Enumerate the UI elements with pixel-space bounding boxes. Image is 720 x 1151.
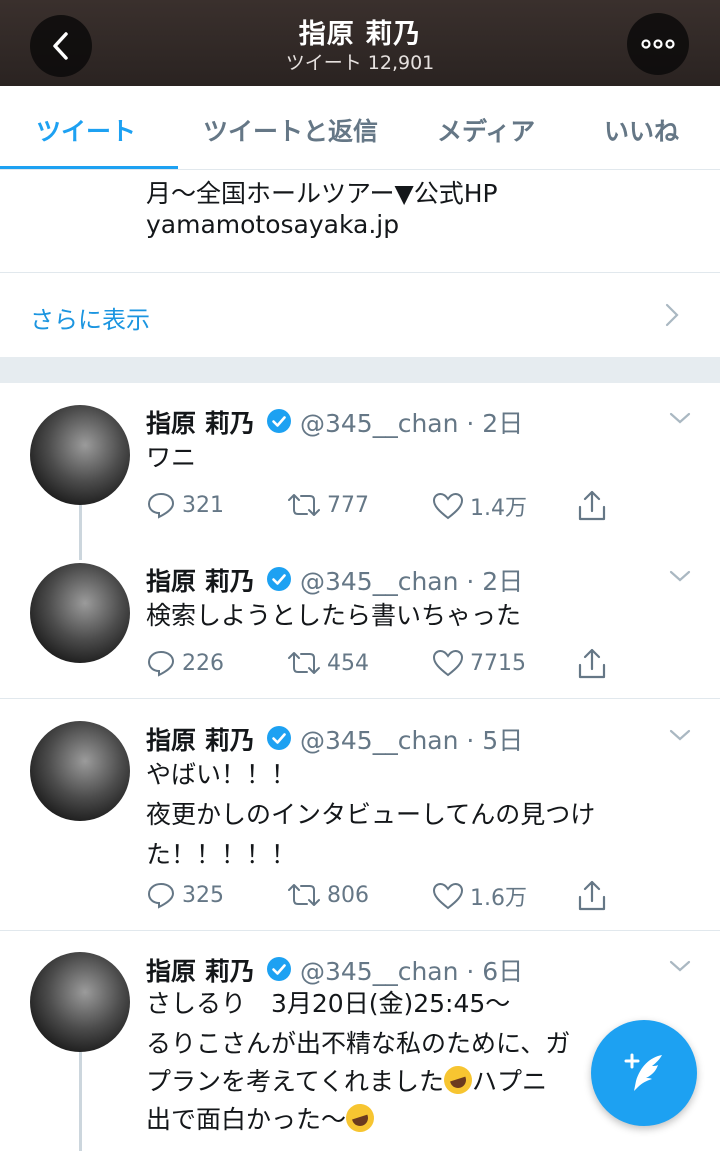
heart-icon: [432, 882, 464, 910]
retweet-icon: [288, 652, 320, 674]
bio-link[interactable]: yamamotosayaka.jp: [146, 210, 399, 239]
show-more-link[interactable]: さらに表示: [30, 300, 150, 335]
tab-tweets-replies[interactable]: ツイートと返信: [203, 112, 378, 148]
reply-button[interactable]: 226: [146, 648, 224, 678]
reply-count: 325: [182, 882, 224, 908]
tweet-text-line: やばい！！！: [146, 760, 297, 789]
verified-badge-icon: [267, 726, 291, 750]
avatar[interactable]: [30, 721, 130, 821]
compose-tweet-button[interactable]: [591, 1020, 697, 1126]
tweet-author-name[interactable]: 指原 莉乃: [146, 404, 255, 440]
retweet-count: 454: [327, 650, 369, 676]
reply-icon: [147, 882, 175, 909]
like-count: 7715: [470, 650, 526, 676]
tweet-handle-time: @345__chan · 2日: [300, 567, 524, 596]
tweet-text-line: るりこさんが出不精な私のために、ガ: [146, 1029, 571, 1058]
divider: [0, 930, 720, 931]
heart-icon: [432, 649, 464, 677]
thread-line: [79, 1052, 82, 1151]
tweet-count: ツイート 12,901: [285, 52, 435, 74]
retweet-icon: [288, 494, 320, 516]
reply-button[interactable]: 321: [146, 490, 224, 520]
chevron-down-icon[interactable]: [668, 727, 692, 743]
tab-likes[interactable]: いいね: [604, 112, 679, 148]
tweet-text: 検索しようとしたら書いちゃった: [146, 601, 522, 630]
retweet-count: 806: [327, 882, 369, 908]
heart-icon: [432, 492, 464, 520]
like-button[interactable]: 1.6万: [432, 880, 527, 912]
more-button[interactable]: [627, 13, 689, 75]
like-button[interactable]: 7715: [432, 648, 526, 678]
tweet-text-line: さしるり 3月20日(金)25:45〜: [146, 989, 511, 1018]
share-icon[interactable]: [576, 489, 608, 523]
laughing-emoji-icon: [342, 1100, 378, 1136]
share-icon[interactable]: [576, 647, 608, 681]
compose-feather-icon: [624, 1053, 662, 1091]
tweet-text-line: 出で面白かった〜: [146, 1100, 378, 1140]
chevron-down-icon[interactable]: [668, 958, 692, 974]
thread-line: [79, 505, 82, 560]
bio-line: 月〜全国ホールツアー▼公式HP: [146, 179, 498, 208]
verified-badge-icon: [267, 567, 291, 591]
reply-button[interactable]: 325: [146, 880, 224, 910]
tweet-handle-time: @345__chan · 5日: [300, 726, 524, 755]
avatar[interactable]: [30, 952, 130, 1052]
tweet-text-line: プランを考えてくれました ハプニ: [146, 1062, 547, 1102]
tweet-text-line: た！！！！！: [146, 840, 297, 869]
verified-badge-icon: [267, 957, 291, 981]
like-count: 1.4万: [470, 496, 527, 521]
reply-count: 226: [182, 650, 224, 676]
tab-tweets[interactable]: ツイート: [36, 112, 136, 148]
retweet-button[interactable]: 806: [287, 880, 369, 910]
chevron-down-icon[interactable]: [668, 568, 692, 584]
share-icon[interactable]: [576, 879, 608, 913]
profile-name: 指原 莉乃: [298, 19, 422, 50]
tweet-text-line: 夜更かしのインタビューしてんの見つけ: [146, 800, 596, 829]
tweet-text-segment: ハプニ: [472, 1067, 548, 1096]
reply-icon: [147, 650, 175, 677]
profile-tabs: ツイート ツイートと返信 メディア いいね: [0, 86, 720, 170]
reply-count: 321: [182, 492, 224, 518]
avatar[interactable]: [30, 405, 130, 505]
section-separator: [0, 357, 720, 383]
tweet-text: ワニ: [146, 443, 197, 472]
retweet-button[interactable]: 454: [287, 648, 369, 678]
tweet-author-name[interactable]: 指原 莉乃: [146, 721, 255, 757]
retweet-icon: [288, 884, 320, 906]
like-count: 1.6万: [470, 886, 527, 911]
verified-badge-icon: [267, 409, 291, 433]
tweet-handle-time: @345__chan · 6日: [300, 957, 524, 986]
tweet-handle-time: @345__chan · 2日: [300, 409, 524, 438]
laughing-emoji-icon: [440, 1062, 476, 1098]
retweet-button[interactable]: 777: [287, 490, 369, 520]
more-dots-icon: [641, 39, 675, 49]
avatar[interactable]: [30, 563, 130, 663]
tweet-author-name[interactable]: 指原 莉乃: [146, 952, 255, 988]
like-button[interactable]: 1.4万: [432, 490, 527, 522]
tabs-divider: [0, 169, 720, 170]
divider: [0, 698, 720, 699]
chevron-down-icon[interactable]: [668, 410, 692, 426]
retweet-count: 777: [327, 492, 369, 518]
tweet-author-name[interactable]: 指原 莉乃: [146, 562, 255, 598]
profile-header: 指原 莉乃 ツイート 12,901: [0, 0, 720, 86]
tab-media[interactable]: メディア: [437, 112, 535, 148]
divider: [0, 272, 720, 273]
reply-icon: [147, 492, 175, 519]
tweet-text-segment: 出で面白かった〜: [146, 1105, 347, 1134]
chevron-right-icon: [665, 303, 679, 327]
tweet-text-segment: プランを考えてくれました: [146, 1067, 445, 1096]
